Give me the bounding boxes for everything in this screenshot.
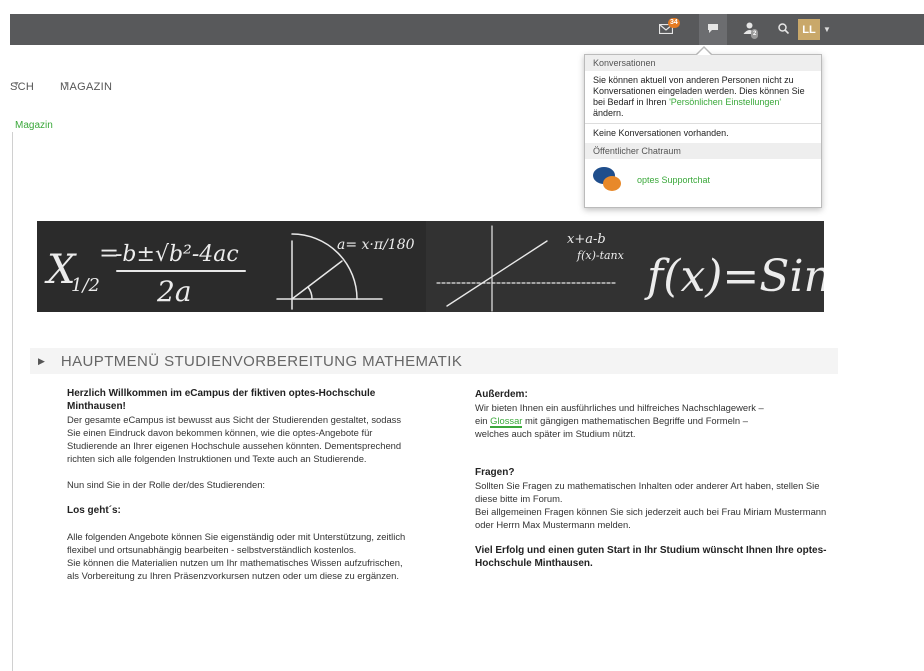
besides-text-line2: ein Glossar mit gängigen mathematischen … — [475, 414, 835, 428]
besides-text-line1: Wir bieten Ihnen ein ausführliches und h… — [475, 402, 764, 413]
public-chat-header: Öffentlicher Chatraum — [585, 143, 821, 159]
contacts-button[interactable]: 2 — [734, 14, 764, 45]
welcome-column: Herzlich Willkommen im eCampus der fikti… — [67, 387, 417, 582]
svg-text:x+a-b: x+a-b — [567, 232, 606, 247]
chevron-down-icon[interactable]: ▼ — [822, 14, 832, 45]
math-chalkboard-banner: X 1/2 = -b±√b²-4ac 2a a= x·π/180 x+a-b f… — [37, 221, 824, 312]
info-column: Außerdem: Wir bieten Ihnen ein ausführli… — [475, 388, 835, 570]
closing-text: Viel Erfolg und einen guten Start in Ihr… — [475, 545, 827, 569]
section-header[interactable]: ▶ HAUPTMENÜ STUDIENVORBEREITUNG MATHEMAT… — [30, 348, 838, 374]
besides-text-prefix: ein — [475, 415, 491, 426]
welcome-title: Herzlich Willkommen im eCampus der fikti… — [67, 388, 376, 412]
besides-text-line3: welches auch später im Studium nützt. — [475, 428, 636, 439]
svg-text:a= x·π/180: a= x·π/180 — [337, 237, 415, 253]
search-icon — [777, 21, 789, 39]
svg-text:f(x)=Sin x: f(x)=Sin x — [644, 251, 824, 302]
materials-text: Sie können die Materialien nutzen um Ihr… — [67, 557, 403, 581]
besides-title: Außerdem: — [475, 389, 528, 400]
section-title: HAUPTMENÜ STUDIENVORBEREITUNG MATHEMATIK — [60, 352, 463, 370]
popover-info-after: ändern. — [593, 108, 624, 118]
svg-text:f(x)-tanx: f(x)-tanx — [576, 249, 625, 262]
support-chat-link[interactable]: optes Supportchat — [637, 175, 710, 185]
expand-triangle-icon[interactable]: ▶ — [38, 356, 45, 367]
popover-arrow-inner — [697, 48, 711, 55]
welcome-text: Der gesamte eCampus ist bewusst aus Sich… — [67, 414, 402, 464]
content-left-border — [12, 132, 13, 671]
questions-text-1: Sollten Sie Fragen zu mathematischen Inh… — [475, 480, 820, 504]
conversations-popover: Konversationen Sie können aktuell von an… — [584, 54, 822, 208]
contacts-count-badge: 2 — [751, 29, 759, 39]
breadcrumb-magazin[interactable]: Magazin — [15, 120, 53, 131]
besides-text-suffix: mit gängigen mathematischen Begriffe und… — [522, 415, 748, 426]
mail-count-badge: 34 — [668, 18, 680, 28]
svg-text:-b±√b²-4ac: -b±√b²-4ac — [115, 242, 239, 267]
no-conversations-text: Keine Konversationen vorhanden. — [593, 128, 729, 138]
mail-button[interactable]: 34 — [650, 14, 682, 45]
popover-info-text: Sie können aktuell von anderen Personen … — [585, 71, 821, 123]
svg-text:2a: 2a — [156, 275, 192, 308]
conversations-button[interactable] — [699, 14, 727, 45]
user-avatar[interactable]: LL — [798, 19, 820, 40]
chevron-down-icon: ▼ — [63, 81, 71, 88]
chevron-down-icon: ▼ — [13, 81, 21, 88]
personal-settings-link[interactable]: 'Persönlichen Einstellungen' — [669, 97, 781, 107]
chat-bubbles-icon — [593, 165, 623, 195]
chat-bubble-icon — [707, 21, 719, 39]
offers-text: Alle folgenden Angebote können Sie eigen… — [67, 531, 406, 555]
search-button[interactable] — [772, 14, 794, 45]
questions-text-2: Bei allgemeinen Fragen können Sie sich j… — [475, 506, 827, 530]
questions-title: Fragen? — [475, 467, 515, 478]
support-chat-item[interactable]: optes Supportchat — [585, 159, 821, 201]
top-navbar: 34 2 LL ▼ — [10, 14, 924, 45]
lets-go-heading: Los geht´s: — [67, 505, 121, 516]
svg-text:1/2: 1/2 — [71, 275, 100, 296]
popover-header: Konversationen — [585, 55, 821, 71]
role-text: Nun sind Sie in der Rolle der/des Studie… — [67, 479, 266, 490]
